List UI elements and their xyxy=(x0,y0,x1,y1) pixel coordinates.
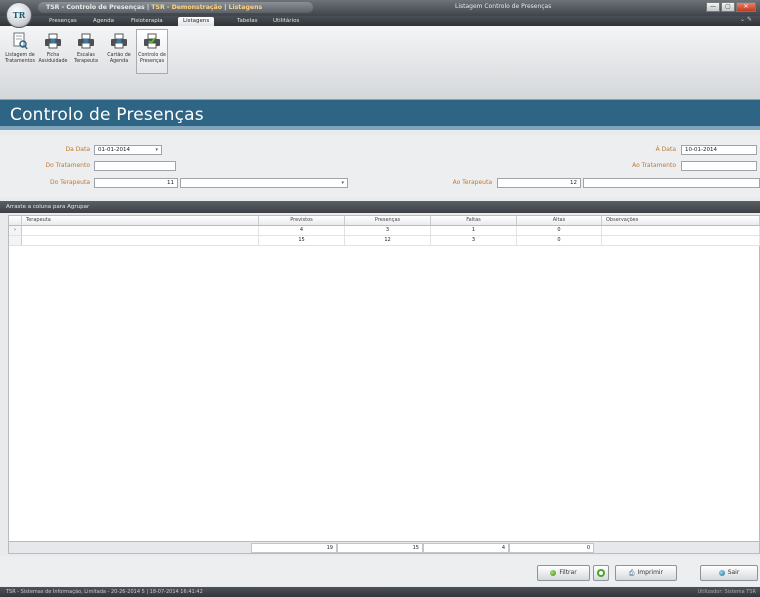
da-data-label: Da Data xyxy=(65,146,90,153)
refresh-button[interactable] xyxy=(593,565,609,581)
ao-tratamento-input[interactable] xyxy=(681,161,757,171)
do-terapeuta-code-input[interactable]: 11 xyxy=(94,178,178,188)
filtrar-button[interactable]: Filtrar xyxy=(537,565,590,581)
menu-options[interactable]: ⌄ ✎ xyxy=(740,16,752,23)
ficha-assiduidade-button[interactable]: Ficha Assiduidade xyxy=(37,29,69,74)
row-indicator-header xyxy=(9,216,22,226)
row-indicator[interactable] xyxy=(9,236,22,246)
listagem-tratamentos-label: Listagem de Tratamentos xyxy=(5,53,35,64)
title-app: TSR - Controlo de Presenças xyxy=(46,4,145,11)
cell-terapeuta[interactable] xyxy=(22,226,259,236)
row-indicator[interactable]: › xyxy=(9,226,22,236)
refresh-icon xyxy=(597,569,605,577)
title-breadcrumb: TSR - Controlo de Presenças | TSR - Demo… xyxy=(38,2,313,13)
imprimir-button[interactable]: ⎙ Imprimir xyxy=(615,565,677,581)
ao-terapeuta-name-select[interactable] xyxy=(583,178,760,188)
printer-check-icon xyxy=(143,32,161,50)
menu-bar: Presenças Agenda Fisioterapia Listagens … xyxy=(0,16,760,26)
window-controls: — ▢ ✕ xyxy=(706,2,756,12)
chevron-down-icon[interactable]: ▾ xyxy=(341,179,344,187)
do-terapeuta-label: Do Terapeuta xyxy=(49,179,90,186)
col-header-presencas[interactable]: Presenças xyxy=(345,216,431,226)
cell-previstos[interactable]: 4 xyxy=(259,226,345,236)
col-header-faltas[interactable]: Faltas xyxy=(431,216,517,226)
chevron-down-icon[interactable]: ▾ xyxy=(155,146,158,154)
tab-agenda[interactable]: Agenda xyxy=(88,17,119,26)
cartao-agenda-button[interactable]: Cartão de Agenda xyxy=(103,29,135,74)
cell-terapeuta[interactable] xyxy=(22,236,259,246)
cell-previstos[interactable]: 15 xyxy=(259,236,345,246)
filtrar-label: Filtrar xyxy=(559,569,577,576)
window-title: Listagem Controlo de Presenças xyxy=(455,3,552,10)
page-header: Controlo de Presenças xyxy=(0,100,760,130)
page-title: Controlo de Presenças xyxy=(10,105,204,125)
printer-icon: ⎙ xyxy=(628,569,635,577)
grid-totals-row: 19 15 4 0 xyxy=(8,541,760,554)
cell-faltas[interactable]: 1 xyxy=(431,226,517,236)
close-button[interactable]: ✕ xyxy=(736,2,756,12)
total-altas: 0 xyxy=(509,543,594,553)
da-data-input[interactable]: 01-01-2014 ▾ xyxy=(94,145,162,155)
cartao-agenda-label: Cartão de Agenda xyxy=(107,53,131,64)
do-tratamento-input[interactable] xyxy=(94,161,176,171)
tab-tabelas[interactable]: Tabelas xyxy=(232,17,262,26)
action-bar: Filtrar ⎙ Imprimir Sair xyxy=(0,556,760,586)
escalas-terapeuta-button[interactable]: Escalas Terapeuta xyxy=(70,29,102,74)
document-search-icon xyxy=(11,32,29,50)
filter-panel: Da Data 01-01-2014 ▾ À Data 10-01-2014 D… xyxy=(0,135,760,197)
escalas-terapeuta-label: Escalas Terapeuta xyxy=(74,53,98,64)
tab-fisioterapia[interactable]: Fisioterapia xyxy=(126,17,168,26)
title-view: Listagens xyxy=(228,4,263,11)
tab-listagens[interactable]: Listagens xyxy=(178,17,215,26)
a-data-label: À Data xyxy=(655,146,676,153)
cell-faltas[interactable]: 3 xyxy=(431,236,517,246)
ao-tratamento-label: Ao Tratamento xyxy=(632,162,676,169)
status-user: Utilizador: Sistema TSR xyxy=(697,589,756,595)
listagem-tratamentos-button[interactable]: Listagem de Tratamentos xyxy=(4,29,36,74)
total-previstos: 19 xyxy=(251,543,337,553)
status-bar: TSR - Sistemas de Informação, Limitada -… xyxy=(0,587,760,597)
exit-icon xyxy=(718,570,725,576)
maximize-button[interactable]: ▢ xyxy=(721,2,735,12)
tab-utilitarios[interactable]: Utilitários xyxy=(268,17,304,26)
cell-observacoes[interactable] xyxy=(602,236,760,246)
col-header-previstos[interactable]: Previstos xyxy=(259,216,345,226)
total-presencas: 15 xyxy=(337,543,423,553)
filter-green-icon xyxy=(550,570,557,576)
tab-presencas[interactable]: Presenças xyxy=(44,17,82,26)
do-terapeuta-name-select[interactable]: ▾ xyxy=(180,178,348,188)
ribbon: Listagem de Tratamentos Ficha Assiduidad… xyxy=(0,26,760,100)
cell-observacoes[interactable] xyxy=(602,226,760,236)
title-db: TSR - Demonstração xyxy=(151,4,222,11)
minimize-button[interactable]: — xyxy=(706,2,720,12)
cell-presencas[interactable]: 3 xyxy=(345,226,431,236)
ficha-assiduidade-label: Ficha Assiduidade xyxy=(38,53,68,64)
title-bar: TSR - Controlo de Presenças | TSR - Demo… xyxy=(0,0,760,16)
col-header-terapeuta[interactable]: Terapeuta xyxy=(22,216,259,226)
controlo-presencas-label: Controlo de Presenças xyxy=(138,53,166,64)
imprimir-label: Imprimir xyxy=(637,569,664,576)
group-by-panel[interactable]: Arraste a coluna para Agrupar xyxy=(0,201,760,213)
ao-terapeuta-code-input[interactable]: 12 xyxy=(497,178,581,188)
sair-button[interactable]: Sair xyxy=(700,565,758,581)
total-faltas: 4 xyxy=(423,543,509,553)
a-data-input[interactable]: 10-01-2014 xyxy=(681,145,757,155)
cell-altas[interactable]: 0 xyxy=(517,226,602,236)
col-header-observacoes[interactable]: Observações xyxy=(602,216,760,226)
cell-altas[interactable]: 0 xyxy=(517,236,602,246)
printer-icon xyxy=(110,32,128,50)
app-logo-icon[interactable]: TR xyxy=(6,2,32,28)
do-tratamento-label: Do Tratamento xyxy=(45,162,90,169)
status-text: TSR - Sistemas de Informação, Limitada -… xyxy=(6,589,203,595)
sair-label: Sair xyxy=(727,569,740,576)
controlo-presencas-button[interactable]: Controlo de Presenças xyxy=(136,29,168,74)
presences-grid: Terapeuta Previstos Presenças Faltas Alt… xyxy=(8,215,760,545)
cell-presencas[interactable]: 12 xyxy=(345,236,431,246)
printer-icon xyxy=(77,32,95,50)
printer-icon xyxy=(44,32,62,50)
col-header-altas[interactable]: Altas xyxy=(517,216,602,226)
ao-terapeuta-label: Ao Terapeuta xyxy=(452,179,492,186)
